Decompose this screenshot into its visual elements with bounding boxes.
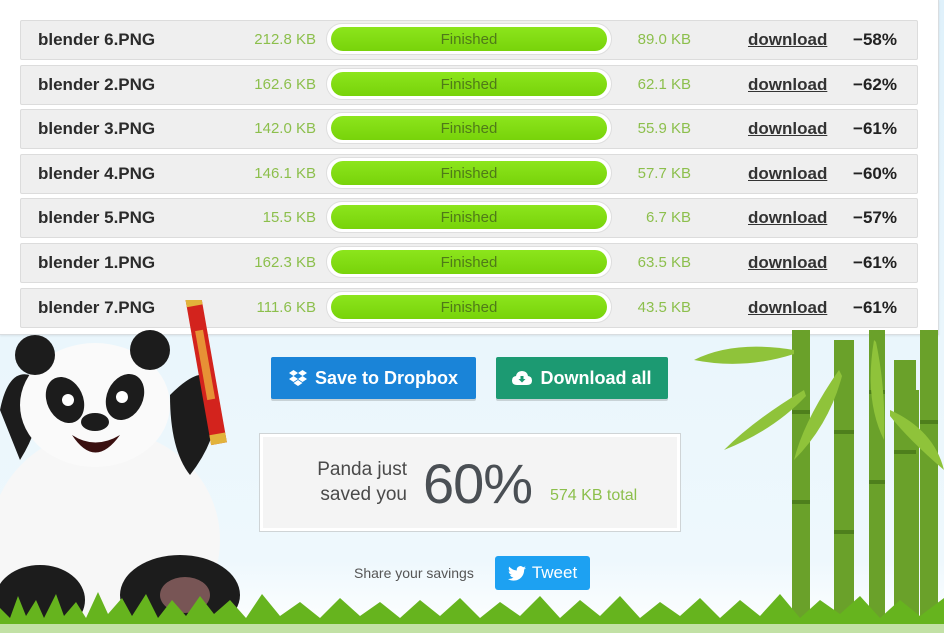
save-to-dropbox-label: Save to Dropbox	[314, 367, 459, 388]
progress-status: Finished	[440, 75, 498, 93]
progress-bar: Finished	[326, 112, 612, 145]
cloud-download-icon	[512, 371, 533, 385]
file-name: blender 3.PNG	[38, 119, 156, 139]
original-size: 15.5 KB	[262, 209, 316, 227]
compressed-size: 57.7 KB	[637, 164, 691, 182]
tweet-button[interactable]: Tweet	[495, 556, 590, 590]
file-row: blender 2.PNG 162.6 KB Finished 62.1 KB down…	[20, 64, 918, 105]
original-size: 146.1 KB	[254, 164, 316, 182]
saving-percent: −58%	[853, 30, 897, 49]
progress-bar: Finished	[326, 201, 612, 234]
saving-percent: −60%	[853, 163, 897, 183]
twitter-bird-icon	[507, 565, 526, 581]
progress-status: Finished	[440, 209, 498, 227]
grass-decoration	[0, 592, 944, 633]
save-to-dropbox-button[interactable]: Save to Dropbox	[271, 357, 476, 399]
download-all-label: Download all	[540, 367, 652, 388]
download-link[interactable]: download	[748, 253, 827, 273]
progress-status: Finished	[440, 253, 498, 271]
download-all-button[interactable]: Download all	[496, 357, 668, 399]
original-size: 142.0 KB	[254, 120, 316, 138]
download-link[interactable]: download	[748, 30, 827, 50]
compressed-size: 63.5 KB	[637, 253, 691, 271]
progress-bar: Finished	[326, 245, 612, 278]
file-name: blender 4.PNG	[38, 163, 156, 183]
file-row: blender 5.PNG 15.5 KB Finished 6.7 KB downlo…	[20, 198, 918, 239]
progress-status: Finished	[440, 31, 498, 48]
savings-lead-text: Panda just saved you	[317, 459, 407, 505]
panda-mascot	[0, 300, 240, 633]
file-row: blender 4.PNG 146.1 KB Finished 57.7 KB down…	[20, 153, 918, 194]
progress-bar: Finished	[326, 290, 612, 323]
file-row: blender 6.PNG 212.8 KB Finished 89.0 KB down…	[20, 20, 918, 60]
saving-percent: −61%	[853, 297, 897, 317]
saving-percent: −57%	[853, 208, 897, 228]
original-size: 162.3 KB	[254, 253, 316, 271]
original-size: 212.8 KB	[254, 31, 316, 48]
file-name: blender 5.PNG	[38, 208, 156, 228]
saving-percent: −62%	[853, 74, 897, 94]
savings-total: 574 KB total	[550, 487, 638, 504]
file-name: blender 2.PNG	[38, 74, 156, 94]
compressed-size: 43.5 KB	[637, 298, 691, 316]
progress-status: Finished	[440, 164, 498, 182]
file-name: blender 6.PNG	[38, 30, 156, 49]
compressed-size: 6.7 KB	[645, 209, 691, 227]
original-size: 162.6 KB	[254, 75, 316, 93]
saving-percent: −61%	[853, 119, 897, 139]
dropbox-icon	[288, 370, 307, 386]
file-name: blender 1.PNG	[38, 252, 156, 272]
saving-percent: −61%	[853, 252, 897, 272]
download-link[interactable]: download	[748, 164, 827, 184]
savings-summary: Panda just saved you 60% 574 KB total	[259, 433, 681, 532]
file-row: blender 3.PNG 142.0 KB Finished 55.9 KB down…	[20, 109, 918, 150]
file-row: blender 1.PNG 162.3 KB Finished 63.5 KB down…	[20, 242, 918, 283]
download-link[interactable]: download	[748, 119, 827, 139]
file-list: blender 6.PNG 212.8 KB Finished 89.0 KB down…	[20, 20, 918, 332]
download-link[interactable]: download	[748, 298, 827, 318]
compressed-size: 55.9 KB	[637, 120, 691, 138]
progress-bar: Finished	[326, 23, 612, 55]
share-label: Share your savings	[354, 565, 474, 581]
progress-status: Finished	[440, 120, 498, 138]
progress-bar: Finished	[326, 156, 612, 189]
download-link[interactable]: download	[748, 208, 827, 228]
compressed-size: 89.0 KB	[637, 31, 691, 48]
savings-percent: 60%	[423, 452, 533, 515]
compressed-size: 62.1 KB	[637, 75, 691, 93]
progress-bar: Finished	[326, 67, 612, 100]
download-link[interactable]: download	[748, 75, 827, 95]
tweet-label: Tweet	[531, 563, 578, 582]
results-panel: blender 6.PNG 212.8 KB Finished 89.0 KB down…	[0, 0, 939, 335]
progress-status: Finished	[440, 298, 498, 316]
